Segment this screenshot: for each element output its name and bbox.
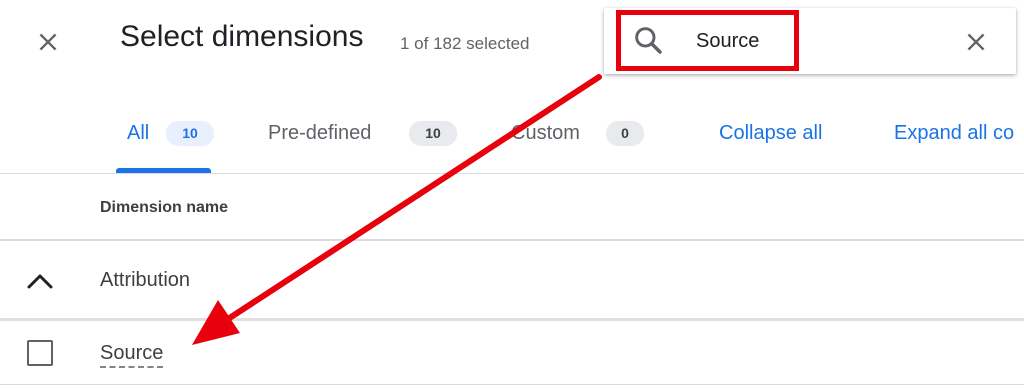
tab-pre-defined[interactable]: Pre-defined	[268, 122, 371, 145]
close-icon	[967, 33, 985, 51]
column-header-dimension-name: Dimension name	[100, 199, 229, 216]
tabs-divider	[0, 173, 1024, 174]
tab-custom[interactable]: Custom	[511, 122, 580, 145]
clear-search-button[interactable]	[956, 22, 996, 62]
collapse-all-button[interactable]: Collapse all	[719, 122, 822, 145]
chevron-up-icon[interactable]	[24, 268, 56, 294]
tab-custom-count-badge: 0	[606, 121, 644, 146]
search-input[interactable]: Source	[696, 30, 759, 53]
dialog-title: Select dimensions	[120, 20, 364, 53]
search-panel	[604, 8, 1016, 74]
row-checkbox-source[interactable]	[27, 340, 53, 366]
expand-all-button[interactable]: Expand all co	[894, 122, 1014, 145]
close-dialog-button[interactable]	[28, 22, 68, 62]
tab-all-count-badge: 10	[166, 121, 214, 146]
row-divider	[0, 384, 1024, 385]
selection-count: 1 of 182 selected	[400, 34, 530, 53]
tab-pre-defined-count-badge: 10	[409, 121, 457, 146]
search-icon	[635, 27, 662, 54]
close-icon	[39, 33, 57, 51]
dimension-label-source[interactable]: Source	[100, 342, 164, 368]
group-divider	[0, 318, 1024, 321]
group-label: Attribution	[100, 269, 191, 291]
tab-all-label: All	[127, 122, 150, 144]
